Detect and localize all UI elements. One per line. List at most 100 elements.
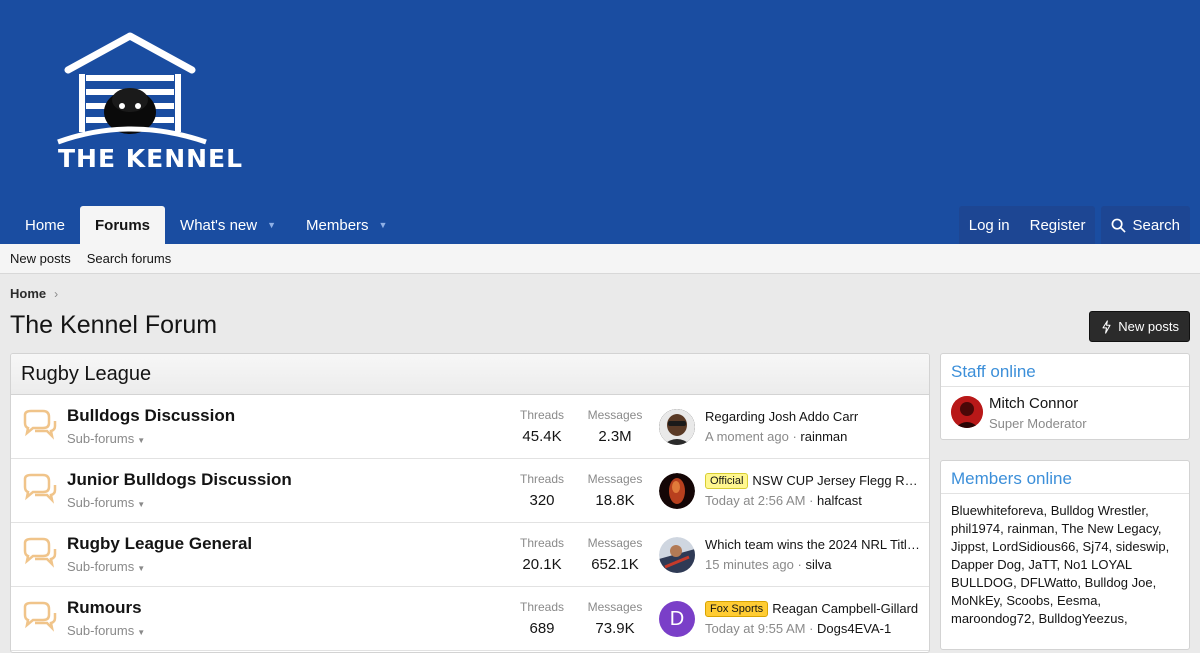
- avatar[interactable]: [659, 473, 695, 509]
- avatar[interactable]: [659, 409, 695, 445]
- avatar[interactable]: D: [659, 601, 695, 637]
- messages-stat: Messages 2.3M: [575, 408, 655, 445]
- forum-node: Rugby League General Sub-forums ▼ Threads…: [11, 523, 929, 587]
- threads-label: Threads: [519, 600, 565, 614]
- threads-count: 45.4K: [522, 428, 562, 445]
- latest-user[interactable]: Dogs4EVA-1: [817, 621, 891, 636]
- auth-group: Log in Register: [958, 206, 1096, 244]
- logo-text: THE KENNEL: [58, 144, 244, 173]
- tab-forums[interactable]: Forums: [80, 206, 166, 244]
- threads-stat: Threads 320: [502, 472, 582, 509]
- forum-category: Rugby League Bulldogs Discussion Sub-for…: [10, 353, 930, 653]
- sub-forums-toggle[interactable]: Sub-forums ▼: [67, 495, 145, 510]
- login-button[interactable]: Log in: [959, 206, 1020, 244]
- messages-stat: Messages 652.1K: [575, 536, 655, 573]
- forum-title[interactable]: Bulldogs Discussion: [67, 406, 235, 426]
- search-forums-link[interactable]: Search forums: [87, 251, 172, 266]
- tab-whats-new[interactable]: What's new ▼: [165, 206, 291, 244]
- main-nav: Home Forums What's new ▼ Members ▼: [10, 206, 402, 244]
- messages-count: 652.1K: [591, 556, 639, 573]
- forum-title[interactable]: Junior Bulldogs Discussion: [67, 470, 292, 490]
- latest-user[interactable]: silva: [805, 557, 831, 572]
- members-online-list[interactable]: Bluewhiteforeva, Bulldog Wrestler, phil1…: [941, 494, 1189, 636]
- sub-forums-label: Sub-forums: [67, 623, 135, 638]
- staff-online-widget: Staff online Mitch Connor Super Moderato…: [940, 353, 1190, 440]
- staff-name[interactable]: Mitch Connor: [989, 395, 1078, 412]
- threads-count: 20.1K: [522, 556, 562, 573]
- latest-meta: Today at 2:56 AM · halfcast: [705, 493, 862, 508]
- latest-thread-link[interactable]: Fox Sports Reagan Campbell-Gillard: [705, 601, 920, 617]
- chat-bubbles-icon: [23, 409, 57, 440]
- tab-members[interactable]: Members ▼: [291, 206, 402, 244]
- forum-node: Rumours Sub-forums ▼ Threads 689 Messages 7…: [11, 587, 929, 651]
- new-posts-button-label: New posts: [1118, 319, 1179, 334]
- threads-stat: Threads 689: [502, 600, 582, 637]
- messages-stat: Messages 18.8K: [575, 472, 655, 509]
- sub-forums-label: Sub-forums: [67, 495, 135, 510]
- chevron-down-icon[interactable]: ▼: [267, 220, 276, 230]
- sub-forums-toggle[interactable]: Sub-forums ▼: [67, 559, 145, 574]
- threads-count: 689: [529, 620, 555, 637]
- latest-user[interactable]: rainman: [800, 429, 847, 444]
- official-label-badge[interactable]: Official: [705, 473, 749, 489]
- latest-meta: A moment ago · rainman: [705, 429, 848, 444]
- forum-title[interactable]: Rugby League General: [67, 534, 252, 554]
- latest-thread-title: NSW CUP Jersey Flegg Ro...: [752, 473, 920, 488]
- avatar[interactable]: [951, 396, 983, 428]
- chevron-down-icon: ▼: [137, 436, 146, 445]
- chevron-down-icon: ▼: [137, 564, 146, 573]
- register-button[interactable]: Register: [1020, 206, 1096, 244]
- site-header: THE KENNEL Home Forums What's new ▼ Membe…: [0, 0, 1200, 244]
- category-title[interactable]: Rugby League: [11, 354, 929, 395]
- sub-forums-toggle[interactable]: Sub-forums ▼: [67, 431, 145, 446]
- new-posts-button[interactable]: New posts: [1089, 311, 1190, 342]
- forum-node: Junior Bulldogs Discussion Sub-forums ▼ T…: [11, 459, 929, 523]
- latest-meta: Today at 9:55 AM · Dogs4EVA-1: [705, 621, 892, 636]
- latest-time: 15 minutes ago: [705, 557, 794, 572]
- chevron-down-icon[interactable]: ▼: [379, 220, 388, 230]
- chat-bubbles-icon: [23, 537, 57, 568]
- forum-title[interactable]: Rumours: [67, 598, 142, 618]
- chevron-down-icon: ▼: [137, 628, 146, 637]
- tab-members-label: Members: [306, 216, 369, 234]
- threads-label: Threads: [519, 536, 565, 550]
- breadcrumb-home[interactable]: Home: [10, 286, 46, 301]
- latest-thread-title: Reagan Campbell-Gillard: [772, 601, 919, 616]
- messages-label: Messages: [587, 536, 643, 550]
- threads-count: 320: [529, 492, 555, 509]
- messages-stat: Messages 73.9K: [575, 600, 655, 637]
- forum-node: Bulldogs Discussion Sub-forums ▼ Threads 4…: [11, 395, 929, 459]
- sub-forums-label: Sub-forums: [67, 559, 135, 574]
- latest-thread-link[interactable]: Regarding Josh Addo Carr: [705, 409, 920, 424]
- avatar[interactable]: [659, 537, 695, 573]
- threads-label: Threads: [519, 472, 565, 486]
- fox-sports-label-badge[interactable]: Fox Sports: [705, 601, 769, 617]
- page-title: The Kennel Forum: [10, 311, 218, 339]
- latest-thread-link[interactable]: Which team wins the 2024 NRL Title?: [705, 537, 920, 552]
- new-posts-link[interactable]: New posts: [10, 251, 71, 266]
- messages-count: 18.8K: [595, 492, 635, 509]
- tab-home[interactable]: Home: [10, 206, 80, 244]
- account-nav: Log in Register Search: [958, 206, 1190, 244]
- chevron-right-icon: ›: [54, 286, 59, 301]
- latest-meta: 15 minutes ago · silva: [705, 557, 832, 572]
- members-online-title[interactable]: Members online: [941, 461, 1189, 494]
- messages-label: Messages: [587, 472, 643, 486]
- search-button[interactable]: Search: [1101, 206, 1190, 244]
- latest-thread-link[interactable]: Official NSW CUP Jersey Flegg Ro...: [705, 473, 920, 489]
- sub-forums-label: Sub-forums: [67, 431, 135, 446]
- threads-stat: Threads 20.1K: [502, 536, 582, 573]
- staff-role: Super Moderator: [989, 416, 1087, 431]
- tab-home-label: Home: [25, 216, 66, 234]
- latest-time: Today at 9:55 AM: [705, 621, 806, 636]
- avatar-letter: D: [669, 607, 685, 630]
- search-label: Search: [1132, 216, 1180, 234]
- latest-user[interactable]: halfcast: [817, 493, 862, 508]
- lightning-icon: [1102, 319, 1111, 334]
- members-online-widget: Members online Bluewhiteforeva, Bulldog …: [940, 460, 1190, 650]
- threads-label: Threads: [519, 408, 565, 422]
- sub-forums-toggle[interactable]: Sub-forums ▼: [67, 623, 145, 638]
- tab-forums-label: Forums: [95, 216, 151, 234]
- staff-online-title[interactable]: Staff online: [941, 354, 1189, 387]
- tab-whats-new-label: What's new: [180, 216, 258, 234]
